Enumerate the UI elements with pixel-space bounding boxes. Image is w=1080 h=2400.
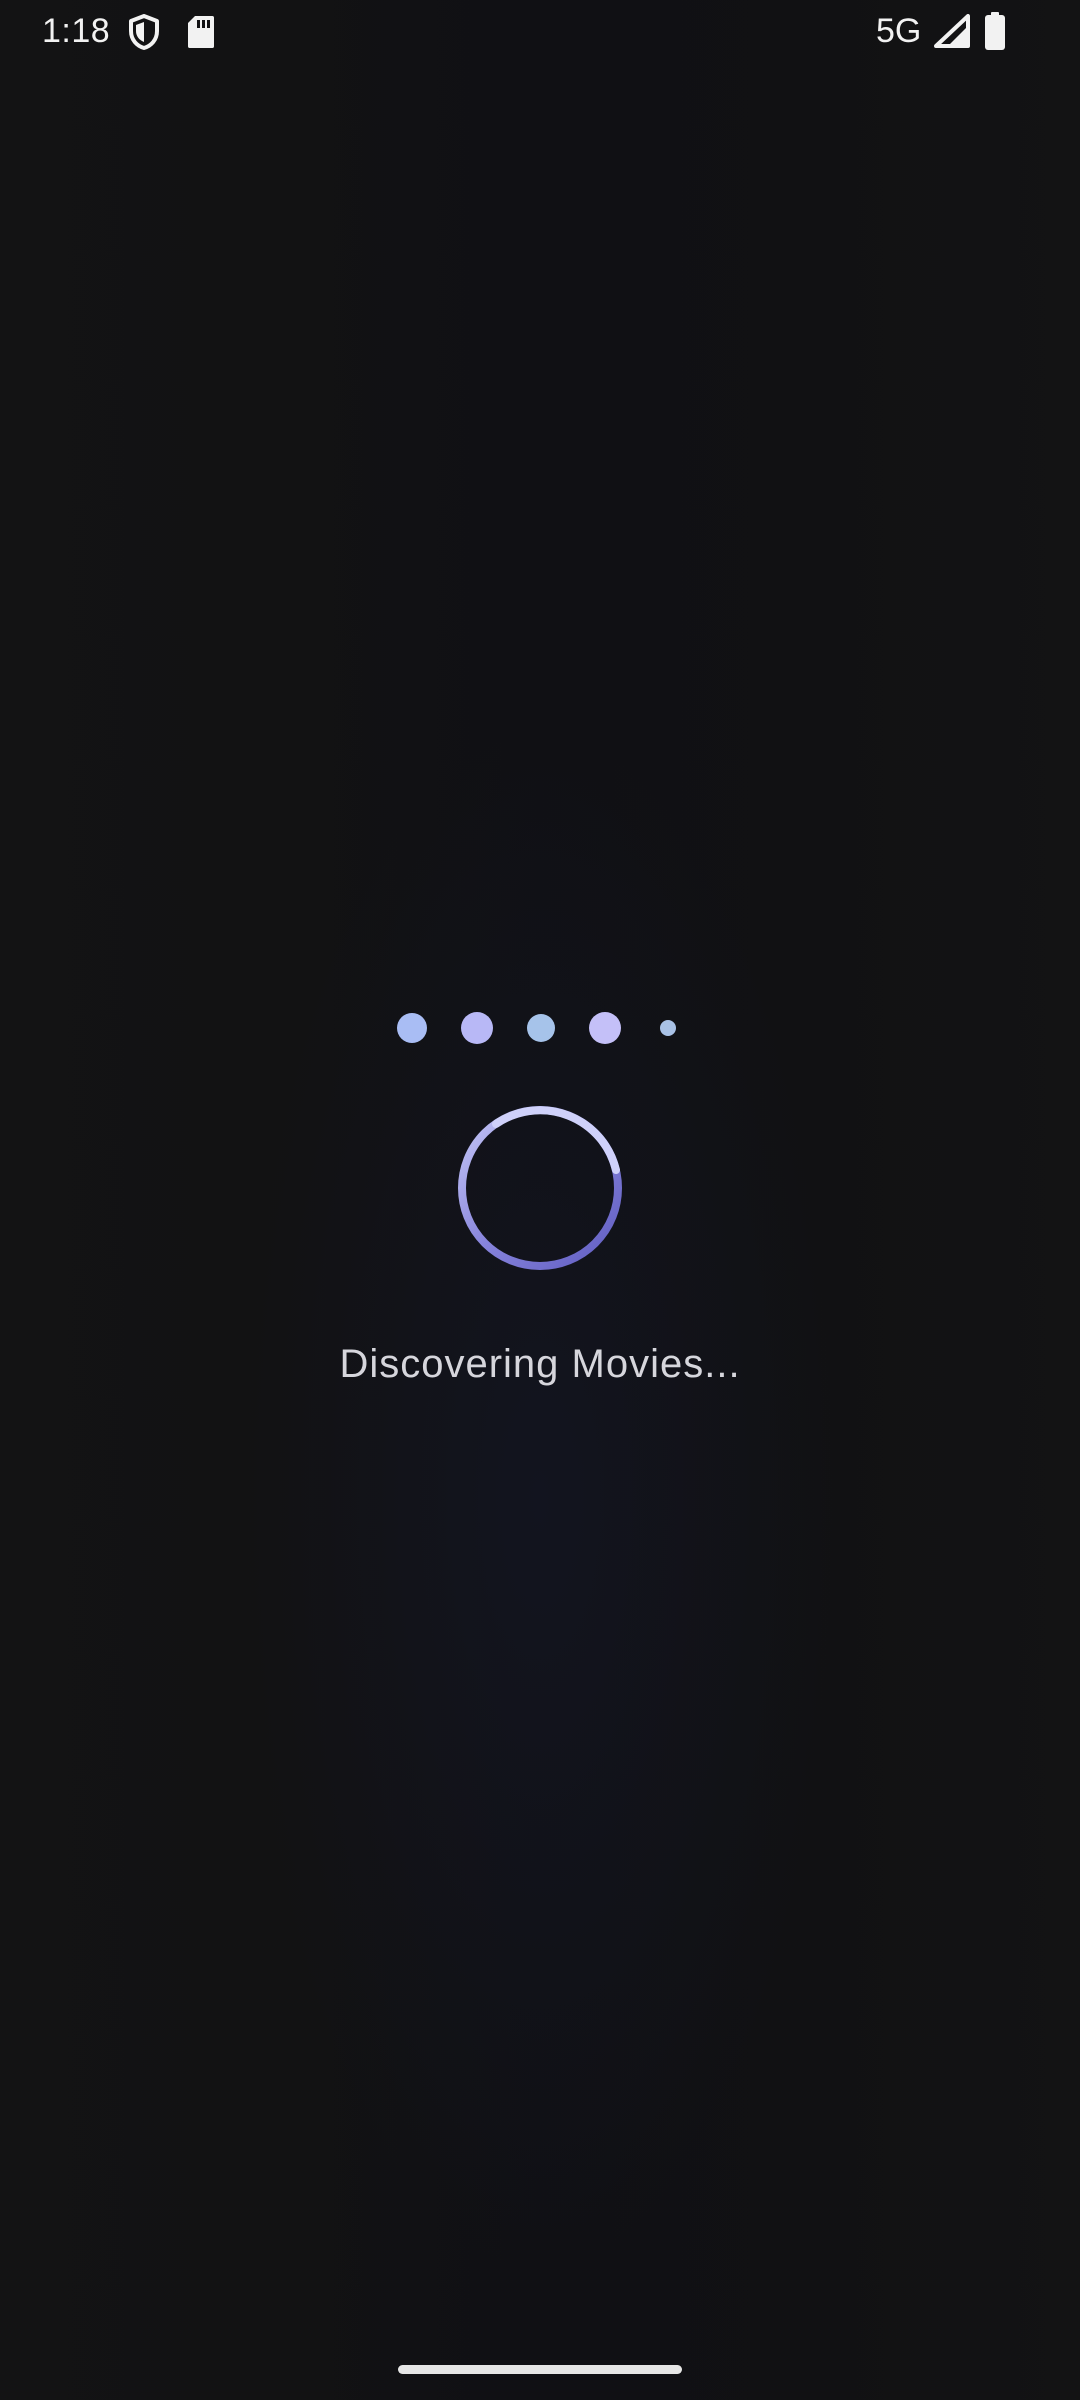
loading-dot — [461, 1012, 493, 1044]
shield-icon — [129, 14, 159, 50]
loading-spinner — [458, 1106, 622, 1270]
loading-dot — [660, 1020, 676, 1036]
status-bar: 1:18 5G — [0, 0, 1080, 64]
battery-icon — [985, 12, 1005, 50]
loading-message: Discovering Movies... — [339, 1342, 741, 1386]
loading-screen: 1:18 5G Discovering Movies... — [0, 0, 1080, 2400]
status-time: 1:18 — [42, 12, 111, 50]
network-type-label: 5G — [876, 12, 922, 50]
sdcard-icon — [188, 16, 214, 48]
signal-icon — [934, 14, 970, 48]
loading-dots — [0, 1010, 1080, 1046]
home-indicator[interactable] — [398, 2365, 682, 2374]
loading-dot — [589, 1012, 621, 1044]
loading-dot — [397, 1013, 427, 1043]
loading-dot — [527, 1014, 555, 1042]
